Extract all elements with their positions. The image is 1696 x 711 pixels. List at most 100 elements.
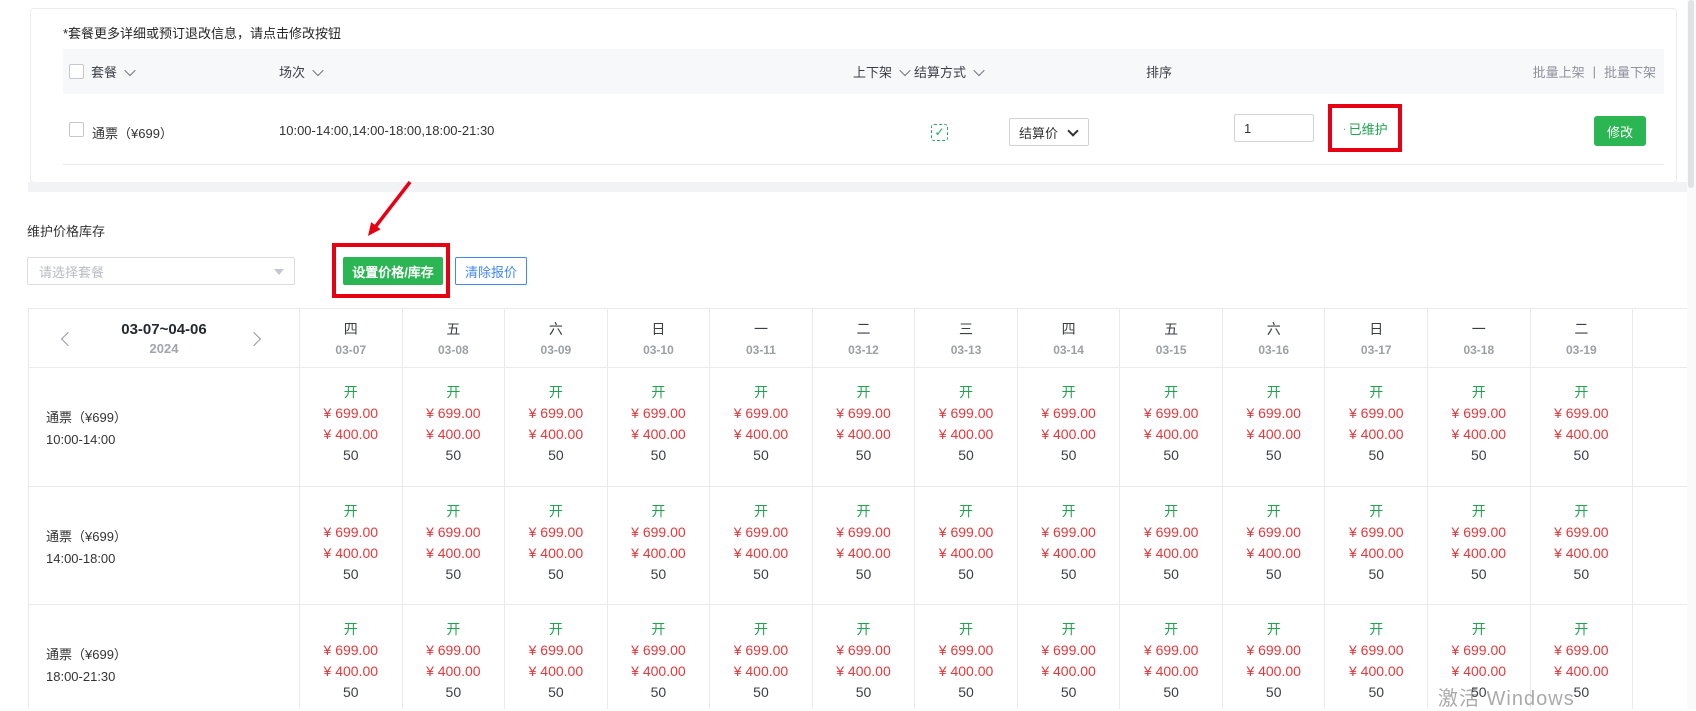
cell-settle-price: ¥ 400.00 <box>1223 543 1325 564</box>
calendar-price-cell[interactable]: 开 ¥ 699.00 ¥ 400.00 50 <box>813 487 916 605</box>
calendar-price-cell[interactable]: 开 ¥ 699.00 ¥ 400.00 50 <box>1531 368 1634 487</box>
cell-open-status: 开 <box>1531 619 1633 640</box>
calendar-price-cell[interactable]: 开 ¥ 699.00 ¥ 400.00 50 <box>1531 487 1634 605</box>
calendar-price-cell[interactable]: 开 ¥ 699.00 ¥ 400.00 50 <box>1428 487 1531 605</box>
calendar-price-cell[interactable]: 开 ¥ 699.00 ¥ 400.00 50 <box>608 487 711 605</box>
header-session-filter[interactable]: 场次 <box>279 49 322 94</box>
calendar-price-cell[interactable]: 开 ¥ 699.00 ¥ 400.00 50 <box>300 368 403 487</box>
cell-sale-price: ¥ 699.00 <box>1428 640 1530 661</box>
batch-on-shelf-link[interactable]: 批量上架 <box>1533 62 1585 81</box>
calendar-price-cell[interactable]: 开 ¥ 699.00 ¥ 400.00 50 <box>710 487 813 605</box>
calendar-price-cell[interactable]: 开 ¥ 699.00 ¥ 400.00 50 <box>1325 605 1428 709</box>
cell-open-status: 开 <box>710 619 812 640</box>
calendar-price-cell[interactable]: 开 ¥ 699.00 ¥ 400.00 50 <box>403 487 506 605</box>
calendar-price-cell[interactable]: 开 ¥ 699.00 ¥ 400.00 50 <box>1018 487 1121 605</box>
cell-stock: 50 <box>1223 445 1325 466</box>
cell-stock: 50 <box>403 445 505 466</box>
batch-off-shelf-link[interactable]: 批量下架 <box>1604 62 1656 81</box>
calendar-price-cell[interactable]: 开 ¥ 699.00 ¥ 400.00 50 <box>1223 605 1326 709</box>
calendar-price-cell[interactable]: 开 ¥ 699.00 ¥ 400.00 50 <box>1018 605 1121 709</box>
calendar-day-name: 三 <box>915 319 1017 339</box>
calendar-day-header: 五 03-08 <box>403 309 506 368</box>
calendar-price-cell[interactable]: 开 ¥ 699.00 ¥ 400.00 50 <box>505 487 608 605</box>
calendar-price-cell[interactable]: 开 ¥ 699.00 ¥ 400.00 50 <box>1120 605 1223 709</box>
cell-settle-price: ¥ 400.00 <box>1018 424 1120 445</box>
modify-button[interactable]: 修改 <box>1594 116 1646 146</box>
cell-settle-price: ¥ 400.00 <box>300 424 402 445</box>
cell-open-status: 开 <box>1018 382 1120 403</box>
calendar-price-cell[interactable]: 开 ¥ 699.00 ¥ 400.00 50 <box>1428 368 1531 487</box>
calendar-price-cell[interactable]: 开 ¥ 699.00 ¥ 400.00 50 <box>505 368 608 487</box>
cell-open-status: 开 <box>710 382 812 403</box>
calendar-price-cell[interactable]: 开 ¥ 699.00 ¥ 400.00 50 <box>1325 487 1428 605</box>
calendar-day-date: 03-17 <box>1325 343 1427 357</box>
header-settlement-filter[interactable]: 结算方式 <box>914 49 983 94</box>
cell-settle-price: ¥ 400.00 <box>505 424 607 445</box>
calendar-price-cell[interactable]: 开 ¥ 699.00 ¥ 400.00 50 <box>915 487 1018 605</box>
calendar-day-name: 六 <box>505 319 607 339</box>
calendar-price-cell[interactable]: 开 ¥ 699.00 ¥ 400.00 50 <box>300 605 403 709</box>
cell-stock: 50 <box>1325 564 1427 585</box>
calendar-day-name: 二 <box>1531 319 1633 339</box>
calendar-row: 通票（¥699） 10:00-14:00 开 ¥ 699.00 ¥ 400.00… <box>29 368 1690 487</box>
cell-open-status: 开 <box>1223 382 1325 403</box>
cell-stock: 50 <box>1223 564 1325 585</box>
calendar-day-header: 六 03-09 <box>505 309 608 368</box>
batch-separator: | <box>1593 64 1596 79</box>
row-checkbox[interactable] <box>69 122 84 137</box>
calendar-price-cell[interactable]: 开 ¥ 699.00 ¥ 400.00 50 <box>1325 368 1428 487</box>
calendar-price-cell[interactable]: 开 ¥ 699.00 ¥ 400.00 50 <box>300 487 403 605</box>
cell-open-status: 开 <box>1325 382 1427 403</box>
calendar-day-name: 一 <box>710 319 812 339</box>
cell-settle-price: ¥ 400.00 <box>813 424 915 445</box>
package-sessions: 10:00-14:00,14:00-18:00,18:00-21:30 <box>279 123 494 138</box>
scrollbar-thumb[interactable] <box>1688 0 1694 188</box>
cell-settle-price: ¥ 400.00 <box>813 661 915 682</box>
calendar-day-date: 03-13 <box>915 343 1017 357</box>
calendar-price-cell[interactable]: 开 ¥ 699.00 ¥ 400.00 50 <box>505 605 608 709</box>
calendar-price-cell[interactable]: 开 ¥ 699.00 ¥ 400.00 50 <box>915 368 1018 487</box>
clear-quote-button[interactable]: 清除报价 <box>455 257 527 285</box>
calendar-day-header: 六 03-16 <box>1223 309 1326 368</box>
calendar-price-cell[interactable]: 开 ¥ 699.00 ¥ 400.00 50 <box>813 368 916 487</box>
calendar-price-cell[interactable]: 开 ¥ 699.00 ¥ 400.00 50 <box>1018 368 1121 487</box>
sort-input[interactable] <box>1234 114 1314 142</box>
calendar-price-cell[interactable]: 开 ¥ 699.00 ¥ 400.00 50 <box>1223 368 1326 487</box>
cell-stock: 50 <box>915 564 1017 585</box>
windows-activation-watermark: 激活 Windows <box>1438 682 1575 711</box>
cell-sale-price: ¥ 699.00 <box>915 403 1017 424</box>
calendar-price-cell[interactable]: 开 ¥ 699.00 ¥ 400.00 50 <box>1120 487 1223 605</box>
cell-stock: 50 <box>403 564 505 585</box>
calendar-price-cell[interactable]: 开 ¥ 699.00 ¥ 400.00 50 <box>608 605 711 709</box>
package-select[interactable]: 请选择套餐 <box>27 257 295 285</box>
cell-open-status: 开 <box>1120 382 1222 403</box>
cell-settle-price: ¥ 400.00 <box>915 543 1017 564</box>
calendar-price-cell[interactable]: 开 ¥ 699.00 ¥ 400.00 50 <box>403 368 506 487</box>
cell-settle-price: ¥ 400.00 <box>1428 661 1530 682</box>
cell-sale-price: ¥ 699.00 <box>300 522 402 543</box>
calendar-price-cell[interactable]: 开 ¥ 699.00 ¥ 400.00 50 <box>608 368 711 487</box>
calendar-price-cell[interactable]: 开 ¥ 699.00 ¥ 400.00 50 <box>710 605 813 709</box>
cell-settle-price: ¥ 400.00 <box>1120 543 1222 564</box>
calendar-price-cell[interactable]: 开 ¥ 699.00 ¥ 400.00 50 <box>915 605 1018 709</box>
cell-open-status: 开 <box>1018 619 1120 640</box>
calendar-row-time: 14:00-18:00 <box>46 551 299 566</box>
onoff-toggle-icon[interactable]: ✓ <box>931 124 948 141</box>
calendar-price-cell[interactable]: 开 ¥ 699.00 ¥ 400.00 50 <box>813 605 916 709</box>
calendar-price-cell[interactable]: 开 ¥ 699.00 ¥ 400.00 50 <box>710 368 813 487</box>
cell-settle-price: ¥ 400.00 <box>915 661 1017 682</box>
calendar-price-cell[interactable]: 开 ¥ 699.00 ¥ 400.00 50 <box>1120 368 1223 487</box>
settlement-select[interactable]: 结算价 <box>1009 118 1089 146</box>
header-package-filter[interactable]: 套餐 <box>69 49 134 94</box>
cell-stock: 50 <box>300 445 402 466</box>
cell-open-status: 开 <box>300 619 402 640</box>
select-all-checkbox[interactable] <box>69 64 84 79</box>
calendar-price-cell[interactable]: 开 ¥ 699.00 ¥ 400.00 50 <box>403 605 506 709</box>
row-divider <box>63 164 1664 165</box>
cell-sale-price: ¥ 699.00 <box>1120 522 1222 543</box>
maintained-annotation-box: · 已维护 <box>1328 104 1402 152</box>
cell-stock: 50 <box>403 682 505 703</box>
header-onoff-filter[interactable]: 上下架 <box>853 49 909 94</box>
cell-settle-price: ¥ 400.00 <box>710 543 812 564</box>
calendar-price-cell[interactable]: 开 ¥ 699.00 ¥ 400.00 50 <box>1223 487 1326 605</box>
